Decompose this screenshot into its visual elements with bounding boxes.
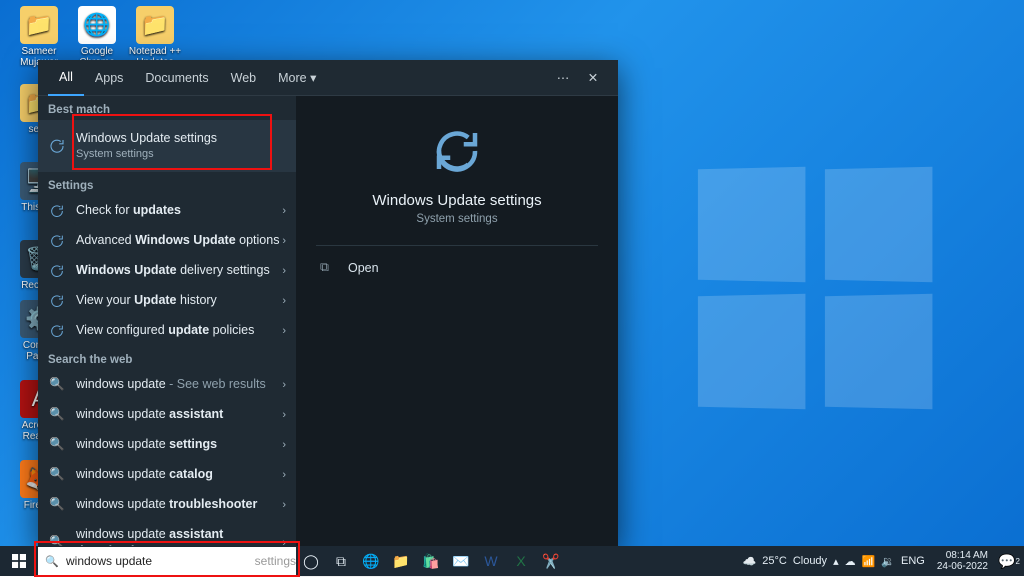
search-icon: 🔍 [48,496,66,514]
result-label: windows update - See web results [76,376,282,393]
preview-title: Windows Update settings [372,192,541,209]
word-icon[interactable]: W [476,546,506,576]
tab-all[interactable]: All [48,60,84,96]
refresh-icon [48,292,66,310]
settings-result[interactable]: View your Update history› [38,286,296,316]
search-icon: 🔍 [48,376,66,394]
chevron-right-icon: › [282,235,286,247]
result-label: Advanced Windows Update options [76,232,282,249]
settings-result[interactable]: View configured update policies› [38,316,296,346]
language-indicator[interactable]: ENG [901,555,925,567]
search-icon: 🔍 [48,436,66,454]
chevron-right-icon: › [282,409,286,421]
edge-icon[interactable]: 🌐 [356,546,386,576]
search-preview-pane: Windows Update settings System settings … [296,96,618,548]
refresh-icon [48,137,66,155]
close-button[interactable]: ✕ [578,63,608,93]
chevron-right-icon: › [282,325,286,337]
tab-more[interactable]: More ▾ [267,60,327,96]
chevron-right-icon: › [282,439,286,451]
tab-apps[interactable]: Apps [84,60,135,96]
tab-documents[interactable]: Documents [134,60,219,96]
chevron-right-icon: › [282,379,286,391]
divider [316,245,598,246]
result-label: windows update catalog [76,466,282,483]
section-settings: Settings [38,172,296,196]
web-result[interactable]: 🔍 windows update troubleshooter› [38,490,296,520]
more-options-button[interactable]: ⋯ [548,63,578,93]
best-match-result[interactable]: Windows Update settings System settings [38,120,296,172]
refresh-icon [48,262,66,280]
clock-date: 24-06-2022 [937,561,988,572]
open-action[interactable]: ⧉ Open [316,252,598,283]
search-input[interactable] [66,554,259,568]
volume-icon[interactable]: 🔉 [881,555,895,568]
open-label: Open [348,261,379,275]
taskbar-search[interactable]: 🔍 settings [38,547,296,575]
weather-label: Cloudy [793,555,827,567]
taskbar: 🔍 settings ◯ ⧉ 🌐 📁 🛍️ ✉️ W X ✂️ ☁️ 25°C … [0,546,1024,576]
start-button[interactable] [0,546,38,576]
web-result[interactable]: 🔍 windows update assistant› [38,400,296,430]
result-label: View your Update history [76,292,282,309]
section-best-match: Best match [38,96,296,120]
settings-result[interactable]: Check for updates› [38,196,296,226]
search-icon: 🔍 [48,466,66,484]
desktop-wallpaper: 📁Sameer Mujawar🌐Google Chrome📁Notepad ++… [0,0,1024,576]
preview-subtitle: System settings [416,213,497,225]
tab-web[interactable]: Web [220,60,267,96]
chevron-right-icon: › [282,205,286,217]
search-tabs: AllAppsDocumentsWebMore ▾ ⋯ ✕ [38,60,618,96]
result-label: Check for updates [76,202,282,219]
result-label: windows update assistant [76,406,282,423]
snip-icon[interactable]: ✂️ [536,546,566,576]
tray-chevron-icon[interactable]: ▴ [833,555,839,568]
weather-icon: ☁️ [743,555,757,568]
refresh-icon [48,322,66,340]
result-label: Windows Update delivery settings [76,262,282,279]
chevron-right-icon: › [282,499,286,511]
excel-icon[interactable]: X [506,546,536,576]
chevron-right-icon: › [282,265,286,277]
web-result[interactable]: 🔍 windows update settings› [38,430,296,460]
search-ghost-text: settings [255,554,296,568]
result-label: View configured update policies [76,322,282,339]
network-icon[interactable]: 📶 [862,555,876,568]
weather-temp: 25°C [762,555,787,567]
onedrive-icon[interactable]: ☁ [845,555,856,568]
action-center-icon[interactable]: 💬2 [994,546,1024,576]
clock-time: 08:14 AM [937,550,988,561]
web-result[interactable]: 🔍 windows update catalog› [38,460,296,490]
open-icon: ⧉ [320,260,336,275]
mail-icon[interactable]: ✉️ [446,546,476,576]
refresh-icon [48,232,66,250]
chevron-right-icon: › [282,469,286,481]
section-search-web: Search the web [38,346,296,370]
best-match-label: Windows Update settings System settings [76,130,286,162]
search-icon: 🔍 [48,406,66,424]
store-icon[interactable]: 🛍️ [416,546,446,576]
web-result[interactable]: 🔍 windows update - See web results› [38,370,296,400]
chevron-right-icon: › [282,295,286,307]
web-result[interactable]: 🔍windows update assistant download› [38,520,296,548]
settings-result[interactable]: Windows Update delivery settings› [38,256,296,286]
settings-result[interactable]: Advanced Windows Update options› [38,226,296,256]
result-label: windows update settings [76,436,282,453]
search-results-pane: Best match Windows Update settings Syste… [38,96,296,548]
refresh-icon [48,202,66,220]
explorer-icon[interactable]: 📁 [386,546,416,576]
system-tray[interactable]: ☁️ 25°C Cloudy ▴ ☁ 📶 🔉 ENG [737,555,931,568]
result-label: windows update troubleshooter [76,496,282,513]
task-view-icon[interactable]: ⧉ [326,546,356,576]
start-search-flyout: AllAppsDocumentsWebMore ▾ ⋯ ✕ Best match… [38,60,618,548]
refresh-icon [430,124,484,178]
search-icon: 🔍 [38,555,66,568]
result-label: windows update assistant download [76,526,282,548]
cortana-icon[interactable]: ◯ [296,546,326,576]
windows-logo-wallpaper [694,168,934,408]
taskbar-clock[interactable]: 08:14 AM 24-06-2022 [931,550,994,572]
